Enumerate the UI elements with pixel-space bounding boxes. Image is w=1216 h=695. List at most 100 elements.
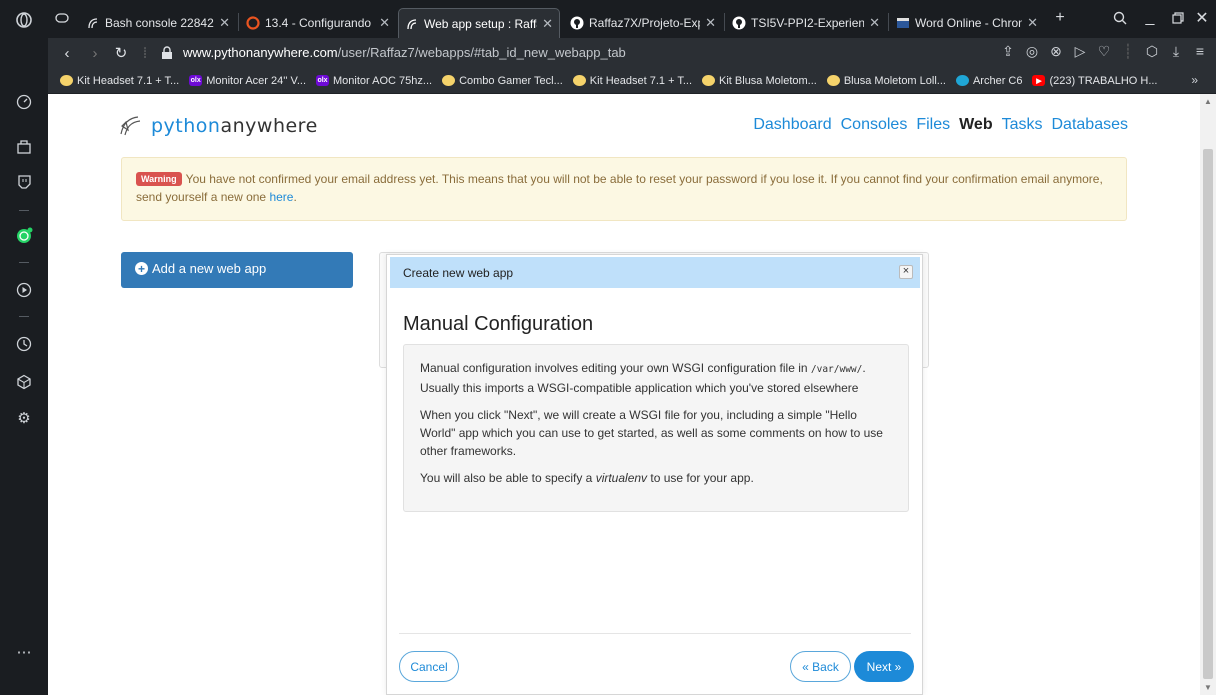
email-warning-alert: Warning You have not confirmed your email… [121,157,1127,221]
forward-icon[interactable]: › [84,42,106,64]
resend-confirmation-link[interactable]: here [269,190,293,204]
minimize-button[interactable]: _ [1138,6,1162,30]
close-tab-icon[interactable]: ✕ [379,15,390,31]
tab-divider [724,13,725,31]
sidebar-divider [19,262,29,263]
close-tab-icon[interactable]: ✕ [542,16,553,32]
url-host: www.pythonanywhere.com [183,45,338,60]
pythonanywhere-icon [405,17,419,31]
bookmark-item[interactable]: olx Monitor AOC 75hz... [316,75,432,87]
bookmark-item[interactable]: Kit Blusa Moletom... [702,75,817,87]
adblock-icon[interactable]: ⊗ [1048,43,1064,60]
cancel-button[interactable]: Cancel [399,651,459,682]
logo-text: pythonanywhere [151,115,318,137]
tab-title: 13.4 - Configurando a apl [265,16,374,30]
opera-menu-icon[interactable] [12,8,36,32]
close-tab-icon[interactable]: ✕ [869,15,880,31]
tab-title: Web app setup : Raffaz7 [424,16,537,31]
menu-icon[interactable]: ≡ [1192,43,1208,60]
player-icon[interactable] [12,278,36,302]
close-tab-icon[interactable]: ✕ [219,15,230,31]
scroll-down-icon[interactable]: ▼ [1204,683,1212,692]
close-tab-icon[interactable]: ✕ [1027,15,1038,31]
pythonanywhere-icon [86,16,100,30]
dialog-header: Create new web app × [390,257,920,288]
back-icon[interactable]: ‹ [56,42,78,64]
reload-icon[interactable]: ↻ [110,42,132,64]
top-navigation: Dashboard Consoles Files Web Tasks Datab… [753,116,1128,134]
extensions-icon[interactable] [12,370,36,394]
sidebar-divider [19,316,29,317]
camera-icon[interactable]: ◎ [1024,43,1040,60]
olx-icon: olx [316,75,330,86]
bookmark-item[interactable]: Kit Headset 7.1 + T... [60,75,179,87]
tab-bash-console[interactable]: Bash console 22842695 ✕ [80,8,236,38]
shopping-bag-icon[interactable] [12,134,36,158]
more-icon[interactable]: ⋯ [12,640,36,664]
bookmark-item[interactable]: Archer C6 [955,75,1022,87]
tab-divider [888,13,889,31]
address-actions: ⇪ ◎ ⊗ ▷ ♡ ┊ ⬡ ⤓ ≡ [1000,43,1208,60]
scrollbar-thumb[interactable] [1203,149,1213,679]
speed-dial-icon[interactable] [12,90,36,114]
whatsapp-icon[interactable] [12,224,36,248]
tab-title: TSI5V-PPI2-Experiences [751,16,865,30]
tab-github-experiences[interactable]: TSI5V-PPI2-Experiences ✕ [726,8,886,38]
add-new-web-app-button[interactable]: + Add a new web app [121,252,353,288]
tab-title: Bash console 22842695 [105,16,214,30]
info-paragraph: When you click "Next", we will create a … [420,408,883,458]
bookmarks-overflow-icon[interactable]: » [1191,73,1198,87]
tab-configurando[interactable]: 13.4 - Configurando a apl ✕ [240,8,396,38]
tab-web-app-setup[interactable]: Web app setup : Raffaz7 ✕ [398,8,560,38]
nav-consoles[interactable]: Consoles [841,116,908,134]
nav-tasks[interactable]: Tasks [1002,116,1043,134]
share-icon[interactable]: ⇪ [1000,43,1016,60]
history-icon[interactable] [12,332,36,356]
close-window-button[interactable]: ✕ [1190,6,1214,30]
snake-logo-icon [120,116,141,136]
download-icon[interactable]: ⤓ [1168,43,1184,60]
new-tab-button[interactable]: + [1048,6,1072,30]
bookmark-item[interactable]: Blusa Moletom Loll... [826,75,946,87]
dialog-footer-divider [399,633,911,634]
search-tabs-icon[interactable] [1108,6,1132,30]
nav-databases[interactable]: Databases [1052,116,1129,134]
scroll-up-icon[interactable]: ▲ [1204,97,1212,106]
restore-button[interactable] [1166,6,1190,30]
dialog-header-title: Create new web app [403,265,514,280]
ubuntu-icon [246,16,260,30]
bookmark-item[interactable]: ▶ (223) TRABALHO H... [1032,75,1157,87]
tab-menu-icon[interactable] [50,6,74,30]
heart-icon[interactable]: ♡ [1096,43,1112,60]
tplink-icon [955,75,969,86]
pythonanywhere-logo[interactable]: pythonanywhere [118,114,318,138]
tab-word-online[interactable]: Word Online - Chrome ✕ [890,8,1044,38]
tab-strip: Bash console 22842695 ✕ 13.4 - Configura… [48,0,1216,38]
bookmark-item[interactable]: Kit Headset 7.1 + T... [572,75,692,87]
next-button[interactable]: Next » [854,651,914,682]
bookmark-item[interactable]: olx Monitor Acer 24'' V... [189,75,306,87]
store-icon [442,75,456,86]
box-icon[interactable]: ⬡ [1144,43,1160,60]
nav-dashboard[interactable]: Dashboard [753,116,831,134]
back-button[interactable]: « Back [790,651,851,682]
close-tab-icon[interactable]: ✕ [705,15,716,31]
twitch-icon[interactable] [12,170,36,194]
browser-sidebar: ⚙ ⋯ [0,0,48,695]
add-web-app-label: Add a new web app [152,261,267,276]
settings-icon[interactable]: ⚙ [12,406,36,430]
send-icon[interactable]: ▷ [1072,43,1088,60]
lock-icon[interactable] [156,42,178,64]
page-scrollbar[interactable]: ▲ ▼ [1200,94,1216,695]
youtube-icon: ▶ [1032,75,1046,86]
nav-web[interactable]: Web [959,116,992,134]
url-path: /user/Raffaz7/webapps/#tab_id_new_webapp… [337,45,626,60]
tab-github-projeto[interactable]: Raffaz7X/Projeto-Experi ✕ [564,8,722,38]
github-icon [732,16,746,30]
nav-files[interactable]: Files [916,116,950,134]
close-dialog-button[interactable]: × [899,265,913,279]
divider-icon: ┊ [1123,43,1133,59]
bookmark-item[interactable]: Combo Gamer Tecl... [442,75,563,87]
url-field[interactable]: www.pythonanywhere.com/user/Raffaz7/weba… [183,45,626,60]
store-icon [826,75,840,86]
